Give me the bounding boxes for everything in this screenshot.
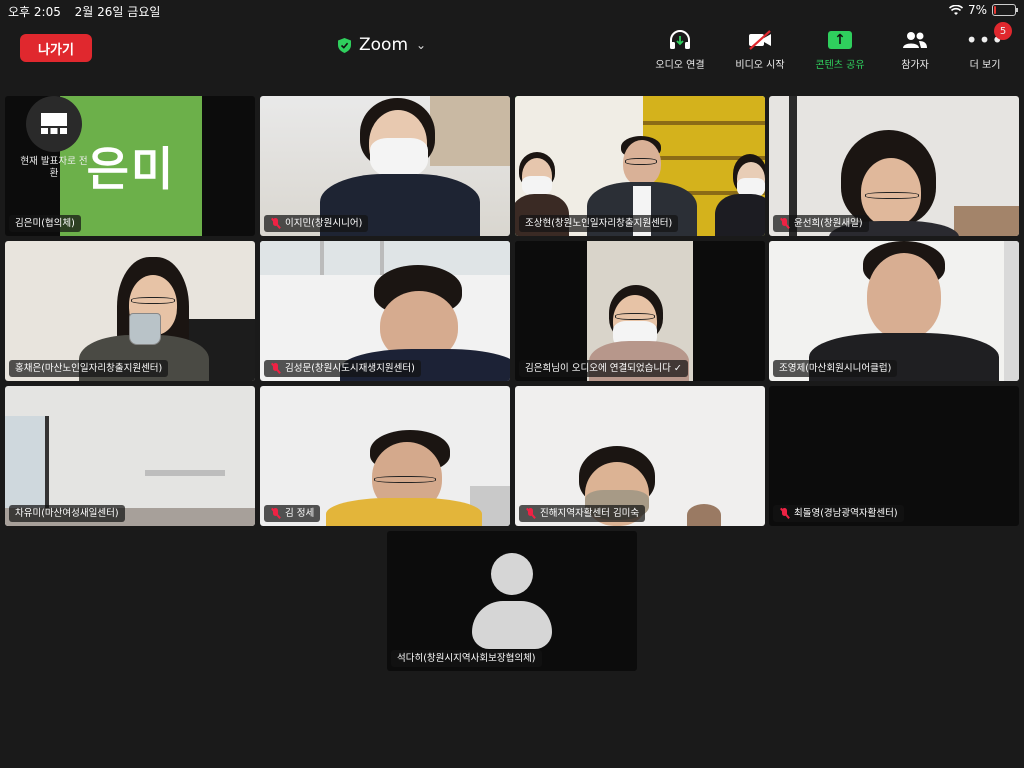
participant-name-tag: 차유미(마산여성새일센터) (9, 505, 125, 522)
participants-label: 참가자 (901, 60, 929, 71)
video-start-label: 비디오 시작 (735, 60, 785, 71)
muted-mic-icon (525, 508, 536, 519)
participant-name-tag: 홍채은(마산노인일자리창출지원센터) (9, 360, 169, 377)
participant-name: 석다히(창원시지역사회보장협의체) (397, 653, 536, 664)
muted-mic-icon (270, 218, 281, 229)
video-tile-active-speaker[interactable]: 조상현(창원노인일자리창출지원센터) (515, 96, 765, 236)
participant-name-tag: 윤선희(창원새일) (773, 215, 869, 232)
participant-name-tag: 김 정세 (264, 505, 321, 522)
participant-name: 진해지역자활센터 김미숙 (540, 508, 640, 519)
muted-mic-icon (779, 508, 790, 519)
participant-name: 김성문(창원시도시재생지원센터) (285, 363, 415, 374)
participant-name-tag: 진해지역자활센터 김미숙 (519, 505, 646, 522)
speaker-view-icon (41, 113, 67, 134)
video-tile[interactable]: 홍채은(마산노인일자리창출지원센터) (5, 241, 255, 381)
participant-name-tag: 김은희님이 오디오에 연결되었습니다 ✓ (519, 360, 688, 377)
video-tile[interactable]: 김성문(창원시도시재생지원센터) (260, 241, 510, 381)
muted-mic-icon (270, 363, 281, 374)
video-tile[interactable]: 윤선희(창원새일) (769, 96, 1019, 236)
leave-button[interactable]: 나가기 (20, 34, 92, 62)
meeting-title-button[interactable]: Zoom ⌄ (338, 34, 426, 56)
status-time: 오후 2:05 (8, 5, 61, 19)
participant-name-tag: 조상현(창원노인일자리창출지원센터) (519, 215, 679, 232)
video-start-button[interactable]: 비디오 시작 (725, 28, 795, 71)
participant-name: 김은희님이 오디오에 연결되었습니다 ✓ (525, 363, 682, 374)
more-button[interactable]: ••• 더 보기 5 (950, 22, 1020, 71)
avatar-placeholder-icon (491, 553, 533, 595)
audio-connect-label: 오디오 연결 (655, 60, 705, 71)
status-bar: 오후 2:05 2월 26일 금요일 7% (0, 0, 1024, 22)
chevron-down-icon: ⌄ (416, 38, 427, 52)
participant-name-tag: 석다히(창원시지역사회보장협의체) (391, 650, 542, 667)
share-arrow-icon: ↑ (828, 31, 852, 49)
participant-name-tag: 조영제(마산회원시니어클럽) (773, 360, 898, 377)
participant-name-tag: 최돌영(경남광역자활센터) (773, 505, 904, 522)
status-date: 2월 26일 금요일 (74, 5, 161, 19)
battery-percent: 7% (967, 3, 987, 17)
shield-check-icon (338, 37, 351, 53)
participant-name-tag: 김은미(협의체) (9, 215, 81, 232)
audio-connect-button[interactable]: 오디오 연결 (645, 28, 715, 71)
participant-name: 김은미(협의체) (15, 218, 75, 229)
video-off-icon (749, 30, 771, 50)
avatar-placeholder-body (472, 601, 552, 649)
participant-name: 조상현(창원노인일자리창출지원센터) (525, 218, 673, 229)
participant-name: 윤선희(창원새일) (794, 218, 863, 229)
participants-button[interactable]: 참가자 (880, 28, 950, 71)
video-tile[interactable]: 김 정세 (260, 386, 510, 526)
more-label: 더 보기 (969, 60, 1001, 71)
participant-name: 이지민(창원시니어) (285, 218, 363, 229)
video-tile[interactable]: 차유미(마산여성새일센터) (5, 386, 255, 526)
participant-name: 홍채은(마산노인일자리창출지원센터) (15, 363, 163, 374)
video-tile[interactable]: 이지민(창원시니어) (260, 96, 510, 236)
battery-icon (992, 4, 1018, 16)
wifi-icon (948, 4, 963, 15)
switch-to-speaker-button[interactable]: 현재 발표자로 전환 (19, 96, 89, 180)
video-tile[interactable]: 은미 현재 발표자로 전환 김은미(협의체) (5, 96, 255, 236)
headphones-icon (670, 30, 690, 49)
video-tile[interactable]: 최돌영(경남광역자활센터) (769, 386, 1019, 526)
video-tile-no-video[interactable]: 석다히(창원시지역사회보장협의체) (387, 531, 637, 671)
battery-fill (994, 6, 996, 14)
participant-name-tag: 이지민(창원시니어) (264, 215, 369, 232)
participant-name: 김 정세 (285, 508, 315, 519)
video-tile[interactable]: 조영제(마산회원시니어클럽) (769, 241, 1019, 381)
participant-name: 차유미(마산여성새일센터) (15, 508, 119, 519)
participant-name: 조영제(마산회원시니어클럽) (779, 363, 892, 374)
participants-icon (903, 32, 927, 48)
notification-badge: 5 (994, 22, 1012, 40)
switch-to-speaker-label: 현재 발표자로 전환 (20, 156, 88, 179)
video-tile[interactable]: 진해지역자활센터 김미숙 (515, 386, 765, 526)
video-tile[interactable]: 김은희님이 오디오에 연결되었습니다 ✓ (515, 241, 765, 381)
share-content-label: 콘텐츠 공유 (815, 60, 865, 71)
meeting-title: Zoom (359, 35, 409, 55)
share-content-button[interactable]: ↑ 콘텐츠 공유 (805, 28, 875, 71)
muted-mic-icon (270, 508, 281, 519)
participant-name-tag: 김성문(창원시도시재생지원센터) (264, 360, 421, 377)
participant-name: 최돌영(경남광역자활센터) (794, 508, 898, 519)
muted-mic-icon (779, 218, 790, 229)
